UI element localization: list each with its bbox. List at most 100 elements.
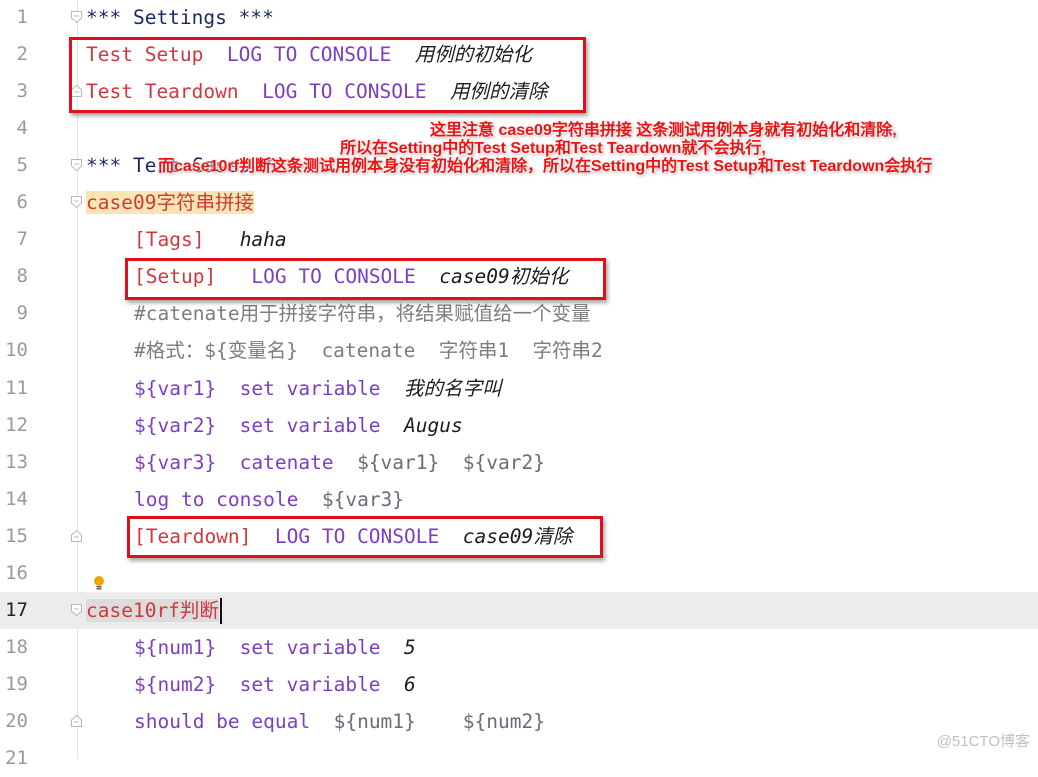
code-text: log to console ${var3} xyxy=(134,481,404,518)
annotation-callout: 这里注意 case09字符串拼接 这条测试用例本身就有初始化和清除, 所以在Se… xyxy=(150,122,1010,176)
code-token: *** Settings *** xyxy=(86,6,274,29)
code-line[interactable]: 18 ${num1} set variable 5 xyxy=(0,629,1038,666)
code-token: haha xyxy=(239,228,287,252)
line-number: 2 xyxy=(16,43,28,66)
code-token: ${num2} xyxy=(134,672,217,696)
code-line[interactable]: 17 case10rf判断 xyxy=(0,591,1038,629)
line-number: 11 xyxy=(5,376,28,399)
annotation-line-3: 而case10rf判断这条测试用例本身没有初始化和清除，所以在Setting中的… xyxy=(158,158,933,175)
code-line[interactable]: 16 xyxy=(0,555,1038,592)
line-number: 9 xyxy=(16,302,28,325)
code-text: ${num1} set variable 5 xyxy=(134,629,416,666)
code-line[interactable]: 1 *** Settings *** xyxy=(0,0,1038,36)
line-number: 17 xyxy=(5,598,28,621)
code-token: should be equal xyxy=(134,709,311,733)
code-token: ${num1} xyxy=(134,635,217,659)
line-number: 20 xyxy=(5,709,28,732)
fold-marker-icon[interactable] xyxy=(71,11,82,23)
code-token: 我的名字叫 xyxy=(404,376,502,400)
code-line[interactable]: 13 ${var3} catenate ${var1} ${var2} xyxy=(0,444,1038,481)
line-number: 4 xyxy=(16,117,28,140)
highlight-box-teardown xyxy=(127,516,603,558)
line-number: 14 xyxy=(5,487,28,510)
code-token: set variable xyxy=(239,672,381,696)
fold-marker-icon[interactable] xyxy=(71,529,82,542)
code-token: #catenate用于拼接字符串，将结果赋值给一个变量 xyxy=(134,302,591,326)
text-cursor xyxy=(219,598,222,625)
line-number: 1 xyxy=(16,6,28,28)
code-token: set variable xyxy=(239,413,381,437)
fold-marker-icon[interactable] xyxy=(71,714,82,727)
line-number: 7 xyxy=(16,228,28,251)
code-line[interactable]: 14 log to console ${var3} xyxy=(0,481,1038,518)
line-number: 13 xyxy=(5,450,28,473)
line-number: 12 xyxy=(5,413,28,436)
watermark: @51CTO博客 xyxy=(936,733,1030,750)
code-token: set variable xyxy=(239,635,381,659)
code-token: 5 xyxy=(404,635,416,659)
code-text: should be equal ${num1} ${num2} xyxy=(134,703,545,740)
line-number: 3 xyxy=(16,80,28,103)
code-text: ${var2} set variable Augus xyxy=(134,407,463,444)
code-token: Augus xyxy=(404,413,463,437)
code-token: case10rf判断 xyxy=(86,598,219,622)
fold-marker-icon[interactable] xyxy=(71,603,82,616)
code-line[interactable]: 19 ${num2} set variable 6 xyxy=(0,666,1038,703)
line-number: 5 xyxy=(16,154,28,177)
line-number: 18 xyxy=(5,635,28,658)
code-token: #格式：${变量名} catenate 字符串1 字符串2 xyxy=(134,339,603,363)
line-number: 10 xyxy=(5,339,28,362)
code-text: case10rf判断 xyxy=(86,592,222,629)
code-token: [Tags] xyxy=(134,228,205,252)
code-text: #catenate用于拼接字符串，将结果赋值给一个变量 xyxy=(134,295,591,332)
code-token: ${var2} xyxy=(134,413,217,437)
code-token: ${num2} xyxy=(462,709,545,733)
code-line[interactable]: 12 ${var2} set variable Augus xyxy=(0,407,1038,444)
code-token: set variable xyxy=(239,376,381,400)
code-editor[interactable]: 1 *** Settings *** 2 Test Setup LOG TO CONS… xyxy=(0,0,1038,769)
code-line[interactable]: 20 should be equal ${num1} ${num2} xyxy=(0,703,1038,740)
code-text: ${var3} catenate ${var1} ${var2} xyxy=(134,444,545,481)
code-line[interactable]: 9 #catenate用于拼接字符串，将结果赋值给一个变量 xyxy=(0,295,1038,332)
code-line[interactable]: 11 ${var1} set variable 我的名字叫 xyxy=(0,370,1038,407)
code-token: ${num1} xyxy=(333,709,416,733)
code-line[interactable]: 7 [Tags] haha xyxy=(0,221,1038,258)
lightbulb-icon[interactable] xyxy=(93,575,105,591)
code-text: *** Settings *** xyxy=(86,0,274,36)
line-number: 16 xyxy=(5,561,28,584)
code-token: ${var3} xyxy=(134,450,217,474)
code-line[interactable]: 10 #格式：${变量名} catenate 字符串1 字符串2 xyxy=(0,332,1038,369)
code-text: [Tags] haha xyxy=(134,221,287,258)
code-line[interactable]: 6 case09字符串拼接 xyxy=(0,184,1038,221)
code-token: case09字符串拼接 xyxy=(86,191,254,215)
code-token: catenate xyxy=(239,450,334,474)
highlight-box-settings xyxy=(69,37,586,113)
code-token: ${var1} xyxy=(357,450,440,474)
line-number: 15 xyxy=(5,524,28,547)
fold-marker-icon[interactable] xyxy=(71,196,82,209)
code-token: ${var2} xyxy=(462,450,545,474)
code-token: log to console xyxy=(134,487,299,511)
fold-marker-icon[interactable] xyxy=(71,159,82,172)
line-number: 19 xyxy=(5,672,28,695)
line-number: 8 xyxy=(16,265,28,288)
annotation-line-1: 这里注意 case09字符串拼接 这条测试用例本身就有初始化和清除, xyxy=(430,122,897,139)
line-number: 6 xyxy=(16,191,28,214)
code-token: 6 xyxy=(404,672,416,696)
code-text: case09字符串拼接 xyxy=(86,184,254,221)
